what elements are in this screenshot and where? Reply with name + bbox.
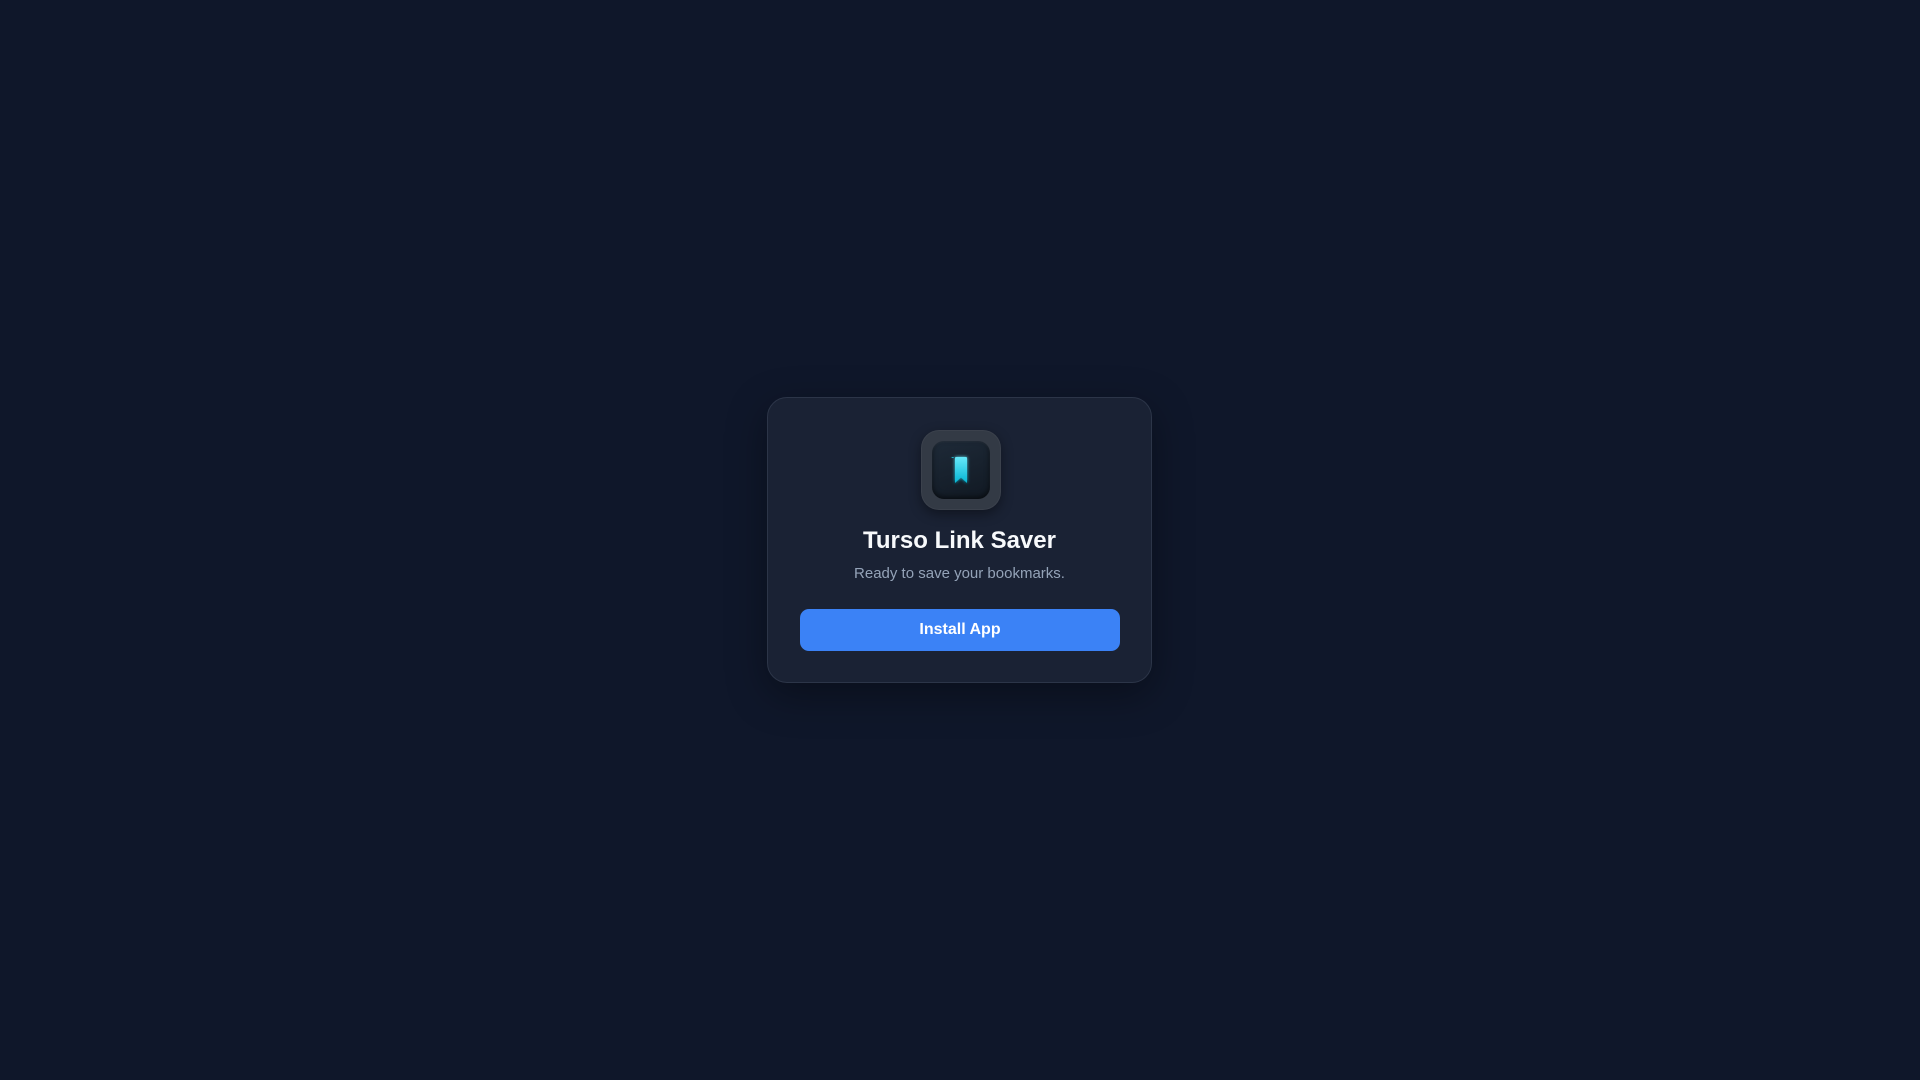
app-subtitle: Ready to save your bookmarks. bbox=[854, 565, 1065, 582]
install-app-button[interactable]: Install App bbox=[800, 609, 1120, 651]
app-icon bbox=[921, 430, 1001, 510]
bookmark-icon bbox=[951, 457, 967, 483]
install-card: Turso Link Saver Ready to save your book… bbox=[767, 397, 1152, 683]
app-title: Turso Link Saver bbox=[863, 527, 1056, 554]
app-icon-tile bbox=[932, 441, 990, 499]
page-background: Turso Link Saver Ready to save your book… bbox=[0, 0, 1920, 1080]
